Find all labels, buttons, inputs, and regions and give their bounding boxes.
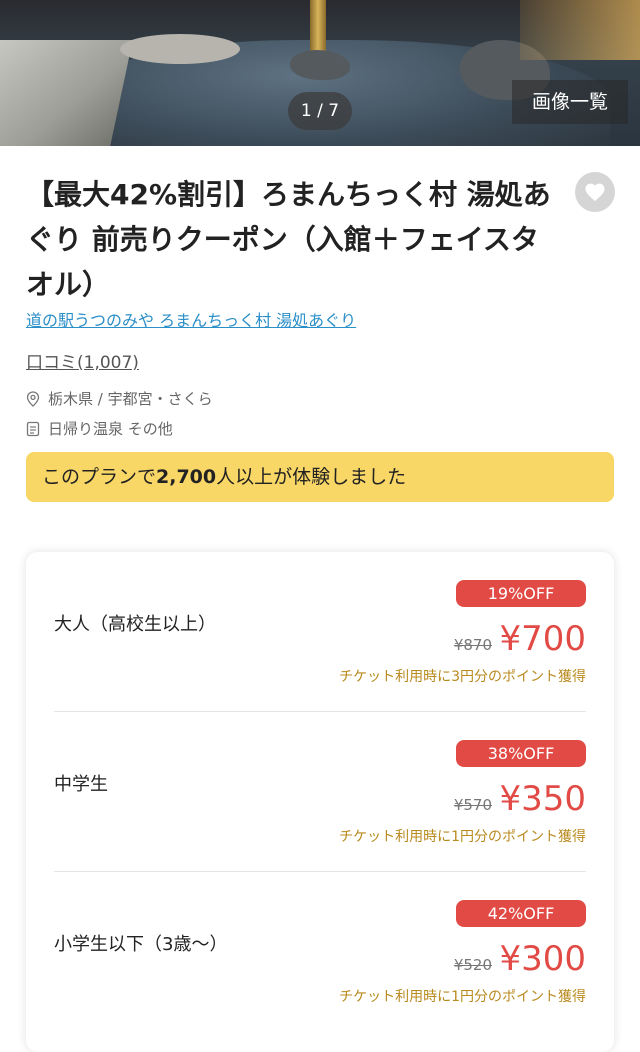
gallery-button[interactable]: 画像一覧 (512, 80, 628, 124)
category-row: 日帰り温泉 その他 (26, 418, 173, 439)
sale-price: ¥700 (499, 619, 586, 659)
hero-light-shape (520, 0, 640, 60)
points-note: チケット利用時に1円分のポイント獲得 (339, 829, 586, 845)
heart-icon (585, 183, 605, 202)
discount-badge: 19%OFF (456, 580, 586, 607)
discount-badge: 38%OFF (456, 740, 586, 767)
ticket-label: 大人（高校生以上） (54, 614, 216, 635)
ticket-label: 中学生 (54, 774, 108, 795)
experience-banner: このプランで2,700人以上が体験しました (26, 452, 614, 502)
location-pin-icon (26, 390, 40, 407)
price-row[interactable]: 大人（高校生以上） 19%OFF ¥870 ¥700 チケット利用時に3円分のポ… (54, 552, 586, 712)
price-row[interactable]: 中学生 38%OFF ¥570 ¥350 チケット利用時に1円分のポイント獲得 (54, 712, 586, 872)
discount-badge: 42%OFF (456, 900, 586, 927)
category-text: 日帰り温泉 その他 (48, 420, 173, 438)
price-row[interactable]: 小学生以下（3歳〜） 42%OFF ¥520 ¥300 チケット利用時に1円分の… (54, 872, 586, 1032)
banner-prefix: このプランで (42, 466, 157, 488)
original-price: ¥570 (453, 796, 492, 814)
price-card: 大人（高校生以上） 19%OFF ¥870 ¥700 チケット利用時に3円分のポ… (26, 552, 614, 1052)
favorite-button[interactable] (575, 172, 615, 212)
original-price: ¥520 (453, 956, 492, 974)
ticket-label: 小学生以下（3歳〜） (54, 934, 228, 955)
location-row: 栃木県 / 宇都宮・さくら (26, 388, 213, 409)
hero-stone-shape (120, 34, 240, 64)
facility-link[interactable]: 道の駅うつのみや ろまんちっく村 湯処あぐり (26, 307, 356, 331)
category-tag-icon (26, 421, 40, 436)
location-text: 栃木県 / 宇都宮・さくら (48, 390, 213, 408)
hero-rock-shape (290, 50, 350, 80)
hero-image[interactable]: 1 / 7 画像一覧 (0, 0, 640, 146)
banner-count: 2,700 (156, 466, 217, 488)
points-note: チケット利用時に1円分のポイント獲得 (339, 989, 586, 1005)
image-pager: 1 / 7 (288, 92, 352, 130)
points-note: チケット利用時に3円分のポイント獲得 (339, 669, 586, 685)
page-title: 【最大42%割引】ろまんちっく村 湯処あぐり 前売りクーポン（入館＋フェイスタオ… (26, 178, 551, 301)
hero-deck-shape (0, 40, 133, 146)
original-price: ¥870 (453, 636, 492, 654)
sale-price: ¥300 (499, 939, 586, 979)
sale-price: ¥350 (499, 779, 586, 819)
banner-suffix: 人以上が体験しました (216, 466, 407, 488)
reviews-link[interactable]: 口コミ(1,007) (26, 348, 139, 373)
